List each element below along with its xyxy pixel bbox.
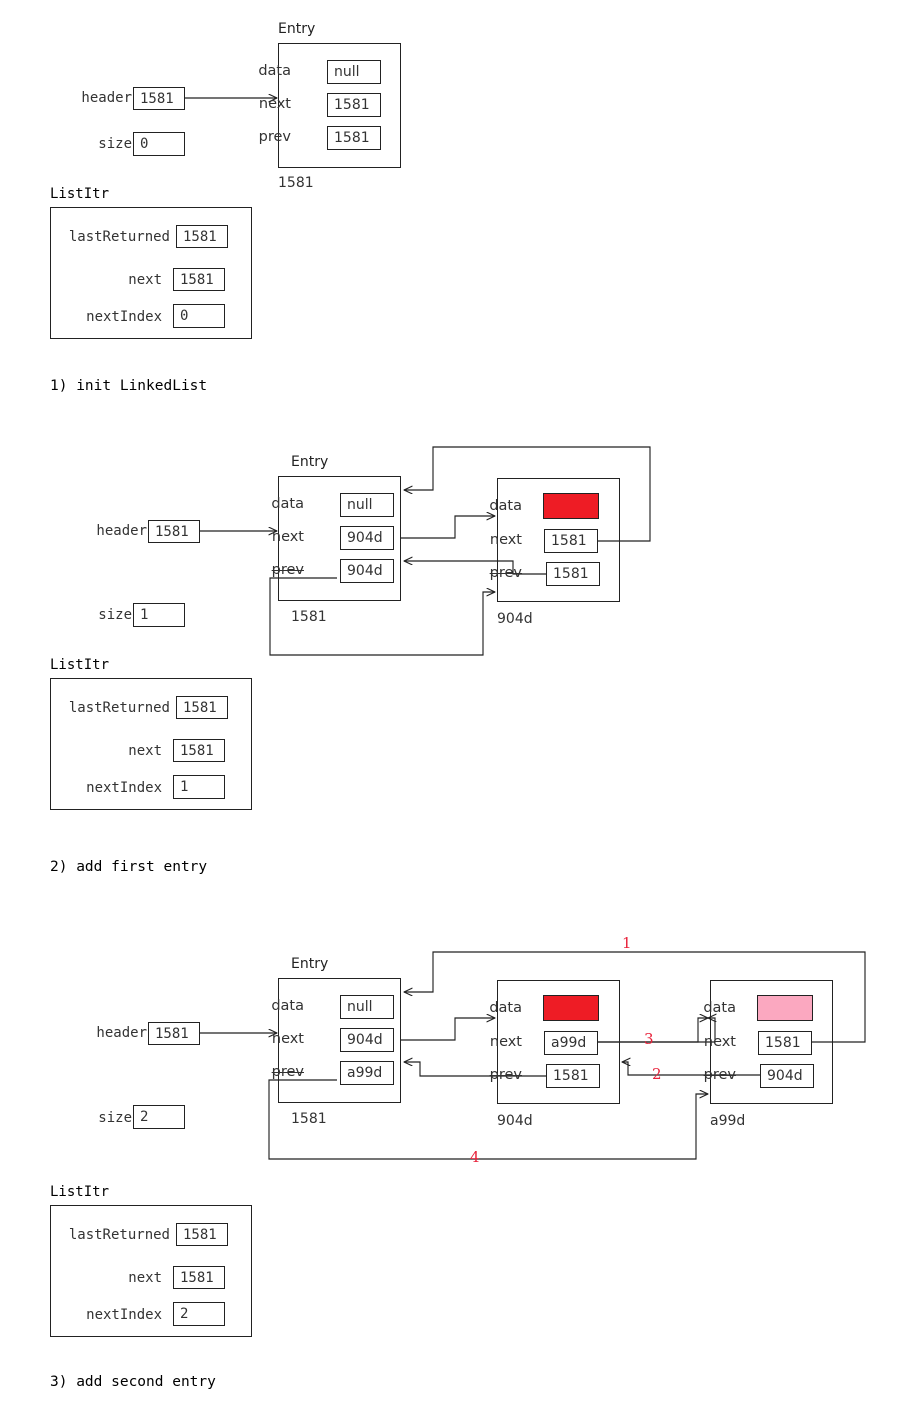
listitr-title-step3: ListItr <box>50 1184 110 1200</box>
header-value-step3: 1581 <box>148 1022 200 1045</box>
size-label-step1: size <box>98 136 132 152</box>
listitr-title-step2: ListItr <box>50 657 110 673</box>
node-field-label-prev: prev <box>489 565 522 581</box>
node-field-label-data: data <box>258 63 291 79</box>
node-field-label-next: next <box>489 1034 522 1050</box>
listitr-field-label-next-step1: next <box>128 272 162 288</box>
node-address-1581-step3: 1581 <box>291 1111 327 1127</box>
node-field-value-prev: a99d <box>340 1061 394 1085</box>
listitr-field-label-next-step2: next <box>128 743 162 759</box>
caption-step2: 2) add first entry <box>50 859 208 875</box>
size-label-step2: size <box>98 607 132 623</box>
node-field-label-data: data <box>489 1000 522 1016</box>
node-field-value-next: 904d <box>340 526 394 550</box>
node-field-label-next: next <box>258 96 291 112</box>
link-number-1: 1 <box>622 934 632 952</box>
node-field-label-prev: prev <box>258 129 291 145</box>
node-address-1581-step1: 1581 <box>278 175 314 191</box>
node-field-label-next: next <box>489 532 522 548</box>
data-swatch-red-step2 <box>543 493 599 519</box>
data-swatch-pink-step3 <box>757 995 813 1021</box>
listitr-field-label-lastreturned-step1: lastReturned <box>68 229 170 245</box>
header-value-step2: 1581 <box>148 520 200 543</box>
link-number-3: 3 <box>644 1030 654 1048</box>
size-label-step3: size <box>98 1110 132 1126</box>
node-field-value-prev: 904d <box>340 559 394 583</box>
listitr-field-label-nextindex-step1: nextIndex <box>86 309 162 325</box>
header-label-step3: header <box>96 1025 147 1041</box>
node-field-label-next: next <box>703 1034 736 1050</box>
entry-class-title-step1: Entry <box>278 21 316 37</box>
node-field-label-prev: prev <box>271 562 304 578</box>
node-address-a99d-step3: a99d <box>710 1113 746 1129</box>
node-field-label-data: data <box>703 1000 736 1016</box>
node-field-label-next: next <box>271 529 304 545</box>
link-number-2: 2 <box>652 1065 662 1083</box>
header-label-step1: header <box>81 90 132 106</box>
node-field-value-prev: 1581 <box>546 562 600 586</box>
listitr-field-label-nextindex-step2: nextIndex <box>86 780 162 796</box>
listitr-title-step1: ListItr <box>50 186 110 202</box>
node-field-label-next: next <box>271 1031 304 1047</box>
node-field-value-prev: 1581 <box>327 126 381 150</box>
node-field-value-prev: 904d <box>760 1064 814 1088</box>
node-address-1581-step2: 1581 <box>291 609 327 625</box>
node-field-label-prev: prev <box>703 1067 736 1083</box>
node-field-label-data: data <box>271 496 304 512</box>
node-field-value-next: 1581 <box>544 529 598 553</box>
data-swatch-red-step3 <box>543 995 599 1021</box>
caption-step1: 1) init LinkedList <box>50 378 208 394</box>
node-field-label-prev: prev <box>489 1067 522 1083</box>
node-field-value-data: null <box>327 60 381 84</box>
listitr-field-value-nextindex-step1: 0 <box>173 304 225 328</box>
listitr-field-value-lastreturned-step2: 1581 <box>176 696 228 719</box>
listitr-field-value-nextindex-step2: 1 <box>173 775 225 799</box>
node-address-904d-step2: 904d <box>497 611 533 627</box>
node-field-value-next: 1581 <box>758 1031 812 1055</box>
link-number-4: 4 <box>470 1148 480 1166</box>
listitr-field-value-next-step3: 1581 <box>173 1266 225 1289</box>
node-address-904d-step3: 904d <box>497 1113 533 1129</box>
node-field-value-prev: 1581 <box>546 1064 600 1088</box>
listitr-field-value-nextindex-step3: 2 <box>173 1302 225 1326</box>
node-field-value-next: 904d <box>340 1028 394 1052</box>
size-value-step2: 1 <box>133 603 185 627</box>
listitr-field-label-next-step3: next <box>128 1270 162 1286</box>
listitr-field-label-lastreturned-step3: lastReturned <box>68 1227 170 1243</box>
node-field-value-data: null <box>340 493 394 517</box>
entry-class-title-step2: Entry <box>291 454 329 470</box>
listitr-field-value-lastreturned-step1: 1581 <box>176 225 228 248</box>
node-field-value-data: null <box>340 995 394 1019</box>
entry-class-title-step3: Entry <box>291 956 329 972</box>
node-field-label-data: data <box>489 498 522 514</box>
listitr-field-label-nextindex-step3: nextIndex <box>86 1307 162 1323</box>
node-field-value-next: a99d <box>544 1031 598 1055</box>
node-field-value-next: 1581 <box>327 93 381 117</box>
header-label-step2: header <box>96 523 147 539</box>
caption-step3: 3) add second entry <box>50 1374 216 1390</box>
size-value-step1: 0 <box>133 132 185 156</box>
header-value-step1: 1581 <box>133 87 185 110</box>
listitr-field-label-lastreturned-step2: lastReturned <box>68 700 170 716</box>
node-field-label-prev: prev <box>271 1064 304 1080</box>
node-field-label-data: data <box>271 998 304 1014</box>
listitr-field-value-lastreturned-step3: 1581 <box>176 1223 228 1246</box>
size-value-step3: 2 <box>133 1105 185 1129</box>
listitr-field-value-next-step2: 1581 <box>173 739 225 762</box>
diagram-canvas: Entry data null next 1581 prev 1581 1581… <box>0 0 900 1402</box>
listitr-field-value-next-step1: 1581 <box>173 268 225 291</box>
